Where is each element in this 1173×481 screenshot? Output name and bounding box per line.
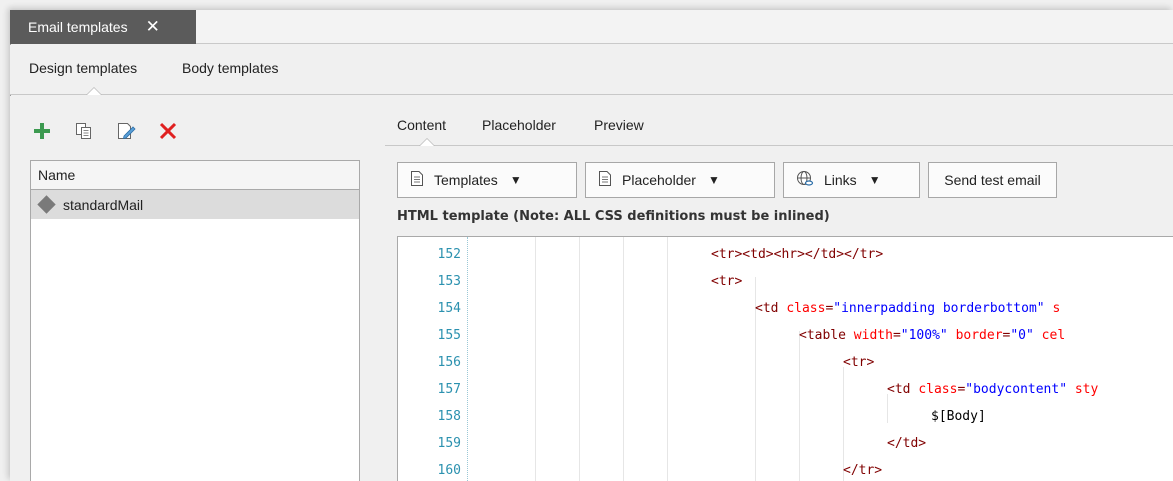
copy-icon[interactable] <box>72 119 96 143</box>
line-number: 152 <box>437 247 461 262</box>
indent-guide <box>799 331 800 481</box>
indent-guide <box>667 237 668 481</box>
template-diamond-icon <box>37 195 56 214</box>
indent-guide <box>579 237 580 481</box>
subnav-design-templates[interactable]: Design templates <box>29 60 137 76</box>
line-number: 157 <box>437 382 461 397</box>
list-item-label: standardMail <box>63 196 144 213</box>
line-number-gutter: 152 153 154 155 156 157 158 159 160 <box>398 237 468 481</box>
indent-guide <box>887 394 888 423</box>
code-line-155: <table width="100%" border="0" cel <box>799 328 1066 343</box>
list-column-header-name[interactable]: Name <box>31 161 359 190</box>
dropdown-arrow-icon: ▼ <box>707 173 720 187</box>
indent-guide <box>535 237 536 481</box>
active-tab-indicator <box>86 87 102 95</box>
html-code-editor[interactable]: 152 153 154 155 156 157 158 159 160 <tr>… <box>397 236 1173 481</box>
template-list: Name standardMail <box>30 160 360 481</box>
code-line-156: <tr> <box>843 355 875 370</box>
delete-icon[interactable] <box>156 119 180 143</box>
send-test-email-button[interactable]: Send test email <box>928 162 1057 198</box>
line-number: 160 <box>437 463 461 478</box>
indent-guide <box>623 237 624 481</box>
line-number: 158 <box>437 409 461 424</box>
templates-dropdown-button[interactable]: Templates ▼ <box>397 162 577 198</box>
code-line-158: $[Body] <box>931 409 986 424</box>
send-test-email-label: Send test email <box>944 172 1041 188</box>
active-tab-indicator <box>419 138 435 146</box>
code-line-159: </td> <box>887 436 927 451</box>
tab-placeholder[interactable]: Placeholder <box>482 117 556 133</box>
document-tab-email-templates[interactable]: Email templates ✕ <box>10 10 196 44</box>
placeholder-label: Placeholder <box>622 172 696 188</box>
links-dropdown-button[interactable]: Links ▼ <box>783 162 920 198</box>
dropdown-arrow-icon: ▼ <box>868 173 881 187</box>
add-icon[interactable] <box>30 119 54 143</box>
list-item-standardmail[interactable]: standardMail <box>31 190 359 219</box>
template-toolbar <box>30 118 180 144</box>
dropdown-arrow-icon: ▼ <box>509 173 522 187</box>
html-template-label: HTML template (Note: ALL CSS definitions… <box>397 209 830 224</box>
code-line-152: <tr><td><hr></td></tr> <box>711 247 884 262</box>
document-icon <box>598 170 612 190</box>
content-tabs: Content Placeholder Preview <box>385 96 1173 146</box>
links-label: Links <box>824 172 857 188</box>
edit-icon[interactable] <box>114 119 138 143</box>
line-number: 156 <box>437 355 461 370</box>
subnav-body-templates[interactable]: Body templates <box>182 60 279 76</box>
line-number: 155 <box>437 328 461 343</box>
template-type-nav: Design templates Body templates <box>10 45 1173 95</box>
code-line-157: <td class="bodycontent" sty <box>887 382 1099 397</box>
placeholder-dropdown-button[interactable]: Placeholder ▼ <box>585 162 775 198</box>
tab-preview[interactable]: Preview <box>594 117 644 133</box>
code-line-153: <tr> <box>711 274 743 289</box>
line-number: 154 <box>437 301 461 316</box>
editor-toolbar: Templates ▼ Placeholder ▼ Links ▼ Send t… <box>397 162 1057 198</box>
code-line-160: </tr> <box>843 463 883 478</box>
globe-link-icon <box>796 170 814 191</box>
close-icon[interactable]: ✕ <box>146 17 160 37</box>
code-line-154: <td class="innerpadding borderbottom" s <box>755 301 1061 316</box>
document-icon <box>410 170 424 190</box>
tab-content[interactable]: Content <box>397 117 446 133</box>
templates-label: Templates <box>434 172 498 188</box>
gutter-separator <box>467 237 468 481</box>
document-tab-label: Email templates <box>28 19 128 35</box>
line-number: 153 <box>437 274 461 289</box>
line-number: 159 <box>437 436 461 451</box>
